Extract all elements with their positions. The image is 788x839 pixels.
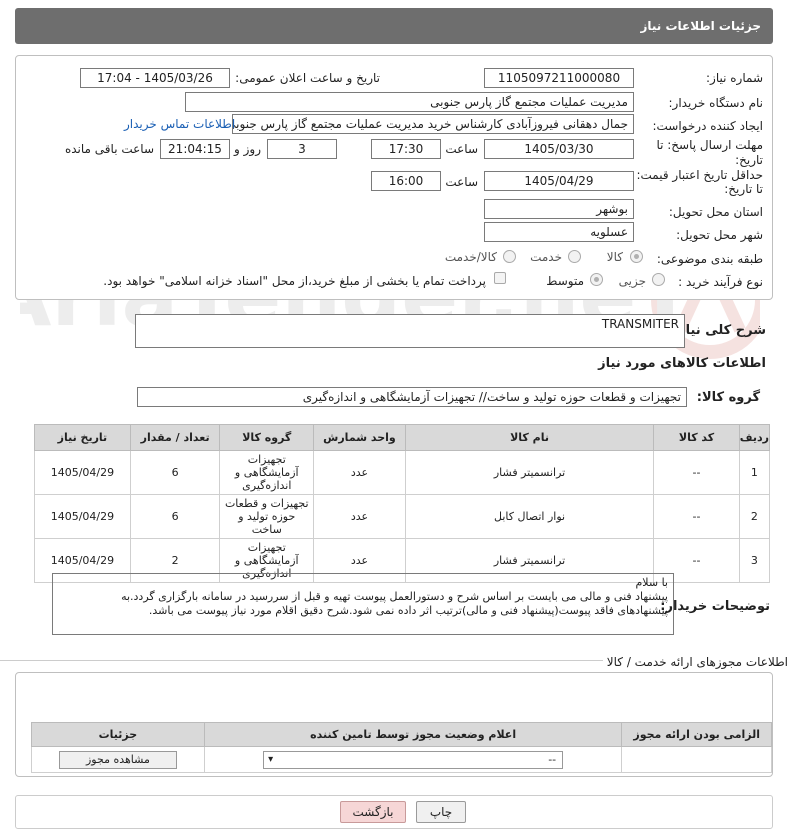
- buyer-notes-line: پیشنهاد فنی و مالی می بایست بر اساس شرح …: [121, 590, 668, 603]
- chevron-down-icon: ▾: [268, 753, 274, 765]
- permit-status-select[interactable]: -- ▾: [263, 750, 564, 769]
- validity-label: حداقل تاریخ اعتبار قیمت:: [636, 168, 763, 182]
- col-group: گروه کالا: [219, 424, 315, 451]
- days-field: 3: [267, 139, 337, 159]
- send-deadline-label-2: تاریخ:: [735, 153, 763, 167]
- validity-time-label: ساعت: [445, 175, 478, 189]
- cell-permit-required: [621, 746, 772, 773]
- process-option-medium: متوسط: [546, 274, 584, 288]
- need-number-label: شماره نیاز:: [706, 71, 763, 85]
- col-code: کد کالا: [653, 424, 740, 451]
- city-field: عسلویه: [484, 222, 634, 242]
- need-number-field: 1105097211000080: [484, 68, 634, 88]
- cell-unit: عدد: [313, 450, 406, 495]
- category-option-goods: کالا: [606, 250, 623, 264]
- cell-name: ترانسمیتر فشار: [404, 450, 655, 495]
- table-row: 2 -- نوار اتصال کابل عدد تجهیزات و قطعات…: [34, 494, 771, 539]
- validity-date-field: 1405/04/29: [484, 171, 634, 191]
- back-button[interactable]: بازگشت: [340, 801, 406, 823]
- category-option-goods-service: کالا/خدمت: [444, 250, 497, 264]
- buyer-org-label: نام دستگاه خریدار:: [668, 96, 764, 110]
- remaining-label: ساعت باقی مانده: [64, 142, 154, 156]
- view-permit-button[interactable]: مشاهده مجوز: [58, 750, 177, 769]
- category-option-service: خدمت: [530, 250, 562, 264]
- cell-group: تجهیزات و قطعات حوزه تولید و ساخت: [219, 494, 315, 539]
- goods-section-title: اطلاعات کالاهای مورد نیاز: [598, 356, 766, 371]
- goods-table: ردیف کد کالا نام کالا واحد شمارش گروه کا…: [34, 424, 771, 583]
- goods-table-header: ردیف کد کالا نام کالا واحد شمارش گروه کا…: [34, 424, 771, 451]
- cell-permit-status: -- ▾: [203, 746, 623, 773]
- announce-label: تاریخ و ساعت اعلان عمومی:: [235, 71, 380, 85]
- col-row: ردیف: [738, 424, 771, 451]
- col-permit-details: جزئیات: [31, 722, 205, 747]
- permit-status-value: --: [548, 752, 557, 766]
- cell-qty: 6: [129, 494, 221, 539]
- cell-code: --: [653, 494, 740, 539]
- permits-table: الزامی بودن ارائه مجوز اعلام وضعیت مجوز …: [31, 722, 772, 773]
- goods-group-label: گروه کالا:: [696, 390, 760, 405]
- validity-time-field: 16:00: [371, 171, 441, 191]
- goods-group-field: تجهیزات و قطعات حوزه تولید و ساخت// تجهی…: [137, 387, 687, 407]
- process-option-minor: جزیی: [618, 274, 646, 288]
- category-radio-goods[interactable]: [630, 250, 643, 263]
- category-label: طبقه بندی موضوعی:: [656, 252, 763, 266]
- col-qty: تعداد / مقدار: [129, 424, 221, 451]
- print-button[interactable]: چاپ: [416, 801, 466, 823]
- send-date-field: 1405/03/30: [484, 139, 634, 159]
- page-title: جزئیات اطلاعات نیاز: [640, 19, 761, 33]
- treasury-payment-note: پرداخت تمام یا بخشی از مبلغ خرید،از محل …: [103, 274, 486, 288]
- summary-label: شرح کلی نیاز:: [672, 323, 766, 338]
- cell-date: 1405/04/29: [34, 450, 131, 495]
- cell-permit-details: مشاهده مجوز: [31, 746, 205, 773]
- buyer-contact-link[interactable]: اطلاعات تماس خریدار: [124, 117, 235, 131]
- remaining-time-field: 21:04:15: [160, 139, 230, 159]
- cell-date: 1405/04/29: [34, 494, 131, 539]
- cell-unit: عدد: [313, 494, 406, 539]
- category-radio-goods-service[interactable]: [503, 250, 516, 263]
- cell-name: نوار اتصال کابل: [404, 494, 655, 539]
- process-label: نوع فرآیند خرید :: [678, 275, 763, 289]
- province-label: استان محل تحویل:: [668, 205, 763, 219]
- col-name: نام کالا: [404, 424, 655, 451]
- treasury-payment-checkbox[interactable]: [494, 272, 506, 284]
- send-time-field: 17:30: [371, 139, 441, 159]
- cell-group: تجهیزات آزمایشگاهی و اندازه‌گیری: [219, 450, 315, 495]
- validity-label-2: تا تاریخ:: [724, 182, 763, 196]
- col-permit-required: الزامی بودن ارائه مجوز: [621, 722, 772, 747]
- table-row: -- ▾ مشاهده مجوز: [31, 746, 772, 773]
- province-field: بوشهر: [484, 199, 634, 219]
- buyer-notes-line: با سلام: [635, 576, 668, 589]
- process-radio-medium[interactable]: [590, 273, 603, 286]
- buyer-notes-label: توضیحات خریدار:: [660, 599, 770, 614]
- buyer-notes-box: با سلام پیشنهاد فنی و مالی می بایست بر ا…: [52, 573, 674, 635]
- permits-section-title: اطلاعات مجوزهای ارائه خدمت / کالا: [602, 655, 788, 669]
- col-date: تاریخ نیاز: [34, 424, 131, 451]
- send-deadline-label: مهلت ارسال پاسخ: تا: [656, 138, 763, 152]
- announce-field: 1405/03/26 - 17:04: [80, 68, 230, 88]
- buyer-notes-line: پیشنهادهای فاقد پیوست(پیشنهاد فنی و مالی…: [148, 604, 668, 617]
- summary-value: TRANSMITER: [601, 317, 679, 331]
- requester-field: جمال دهقانی فیروزآبادی کارشناس خرید مدیر…: [232, 114, 634, 134]
- requester-label: ایجاد کننده درخواست:: [652, 119, 763, 133]
- send-time-label: ساعت: [445, 142, 478, 156]
- cell-row: 2: [738, 494, 771, 539]
- city-label: شهر محل تحویل:: [676, 228, 763, 242]
- page-header: جزئیات اطلاعات نیاز: [15, 8, 773, 44]
- table-row: 1 -- ترانسمیتر فشار عدد تجهیزات آزمایشگا…: [34, 450, 771, 495]
- cell-qty: 6: [129, 450, 221, 495]
- cell-row: 3: [738, 538, 771, 583]
- category-radio-service[interactable]: [568, 250, 581, 263]
- cell-row: 1: [738, 450, 771, 495]
- buyer-org-field: مدیریت عملیات مجتمع گاز پارس جنوبی: [185, 92, 634, 112]
- days-label: روز و: [234, 142, 261, 156]
- summary-field: TRANSMITER: [135, 314, 685, 348]
- col-unit: واحد شمارش: [313, 424, 406, 451]
- process-radio-minor[interactable]: [652, 273, 665, 286]
- col-permit-status: اعلام وضعیت مجوز توسط تامین کننده: [203, 722, 623, 747]
- cell-code: --: [653, 450, 740, 495]
- permits-table-header: الزامی بودن ارائه مجوز اعلام وضعیت مجوز …: [31, 722, 772, 747]
